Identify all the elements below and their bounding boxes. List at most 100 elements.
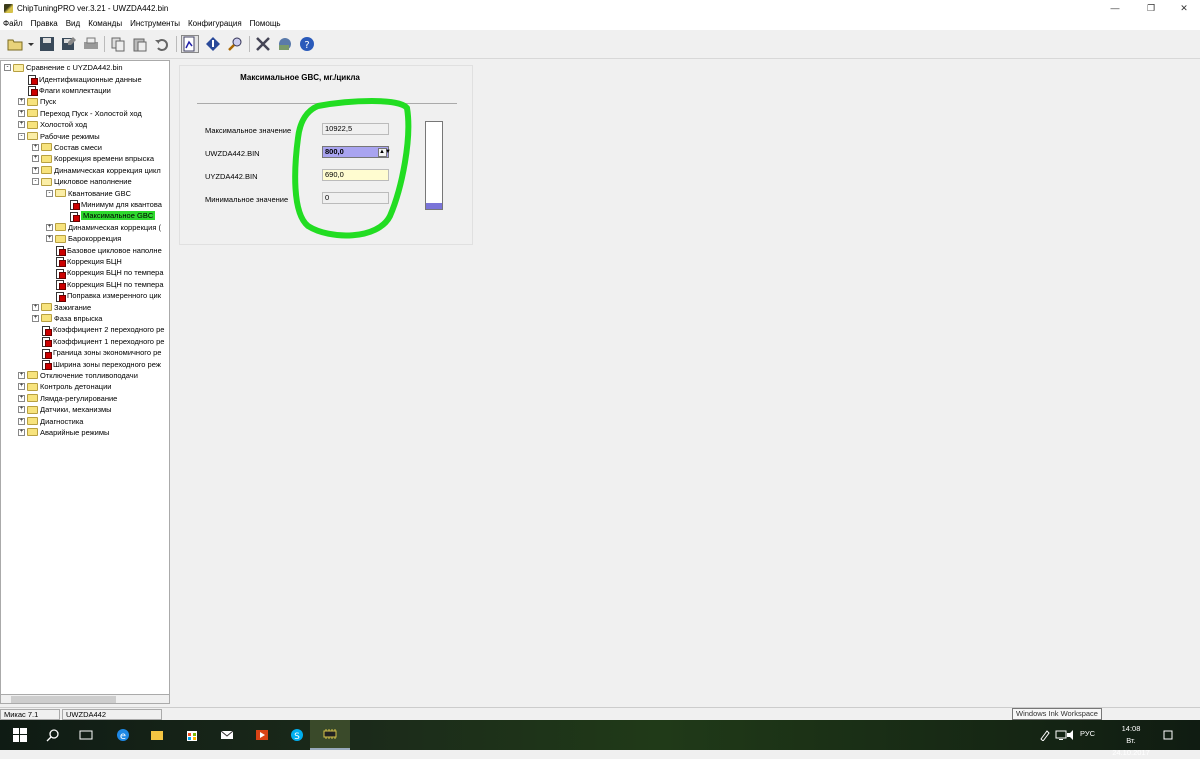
paste-icon[interactable] [131,35,149,53]
tree-item[interactable]: + Динамическая коррекция ( [46,222,161,233]
store-icon[interactable] [172,720,212,750]
menu-file[interactable]: Файл [3,19,23,28]
expand-icon[interactable]: + [46,223,53,231]
task-view-icon[interactable] [66,720,106,750]
collapse-icon[interactable]: - [46,189,53,197]
table-doc-icon [27,74,38,86]
map-icon[interactable] [276,35,294,53]
chiptuning-taskbar-icon[interactable] [310,720,350,750]
folder-icon [27,394,38,403]
tree-item[interactable]: - Рабочие режимы [18,130,100,141]
expand-icon[interactable]: + [18,428,25,436]
tree-item[interactable]: + Отключение топливоподачи [18,370,138,381]
tree-item[interactable]: + Барокоррекция [46,233,121,244]
help-icon[interactable]: ? [298,35,316,53]
tools-icon[interactable] [254,35,272,53]
tree-item-label: Идентификационные данные [39,74,142,84]
expand-icon[interactable]: + [18,417,25,425]
tree-item[interactable]: - Цикловое наполнение [32,176,132,187]
save-as-icon[interactable] [60,35,78,53]
tree-item[interactable]: + Лямда-регулирование [18,393,117,404]
expand-icon[interactable]: + [32,166,39,174]
tree-item[interactable]: + Аварийные режимы [18,427,109,438]
compare-icon[interactable] [181,35,199,53]
copy-icon[interactable] [109,35,127,53]
volume-icon[interactable] [1066,729,1078,741]
scrollbar-thumb[interactable] [11,696,116,703]
expand-icon[interactable]: + [32,303,39,311]
tree-item[interactable]: + Пуск [18,96,56,107]
tree-item[interactable]: Коэффициент 2 переходного ре [41,324,164,336]
tree-item[interactable]: Поправка измеренного цик [55,290,161,302]
print-icon[interactable] [82,35,100,53]
open-icon[interactable] [6,35,24,53]
tree-item-label: Коррекция БЦН [67,256,122,266]
tree-item[interactable]: + Динамическая коррекция цикл [32,165,161,176]
menu-configuration[interactable]: Конфигурация [188,19,242,28]
tree-item[interactable]: + Фаза впрыска [32,313,102,324]
tree-item[interactable]: Максимальное GBC [69,210,156,222]
open-dropdown-icon[interactable] [26,35,36,53]
tree-item[interactable]: Коррекция БЦН по темпера [55,279,164,291]
folder-icon [27,109,38,118]
tree-item[interactable]: + Состав смеси [32,142,102,153]
notifications-icon[interactable] [1162,729,1174,741]
tree-item[interactable]: + Холостой ход [18,119,87,130]
menu-help[interactable]: Помощь [250,19,281,28]
media-icon[interactable] [242,720,282,750]
close-button[interactable]: ✕ [1166,0,1200,16]
expand-icon[interactable]: + [18,406,25,414]
tree-item[interactable]: + Диагностика [18,415,83,426]
expand-icon[interactable]: + [32,314,39,322]
tree-item[interactable]: - Квантование GBC [46,187,131,198]
tree-item[interactable]: Коррекция БЦН по темпера [55,267,164,279]
expand-icon[interactable]: + [32,155,39,163]
ink-workspace-icon[interactable] [1039,729,1051,742]
spin-button[interactable]: ▲▼ [378,148,391,157]
tree-view[interactable]: - Сравнение с UYZDA442.bin Идентификационн… [0,60,170,696]
clock-time: 14:08 [1121,724,1141,733]
tree-item[interactable]: + Датчики, механизмы [18,404,112,415]
expand-icon[interactable]: + [32,143,39,151]
expand-icon[interactable]: + [46,235,53,243]
tree-item[interactable]: Граница зоны экономичного ре [41,347,161,359]
expand-icon[interactable]: + [18,109,25,117]
collapse-icon[interactable]: - [18,132,25,140]
minimize-button[interactable]: — [1097,0,1133,16]
info-icon[interactable] [204,35,222,53]
mail-icon[interactable] [207,720,247,750]
menu-view[interactable]: Вид [66,19,80,28]
tree-item[interactable]: + Переход Пуск - Холостой ход [18,108,142,119]
tree-item[interactable]: + Зажигание [32,301,91,312]
folder-icon [27,97,38,106]
collapse-icon[interactable]: - [32,178,39,186]
undo-icon[interactable] [153,35,171,53]
tree-item[interactable]: Идентификационные данные [27,73,142,86]
tree-item[interactable]: - Сравнение с UYZDA442.bin [4,62,123,73]
tree-item[interactable]: Флаги комплектации [27,85,111,97]
tree-item[interactable]: Коэффициент 1 переходного ре [41,336,164,348]
tree-horizontal-scrollbar[interactable] [0,694,170,704]
clock[interactable]: 14:08 Вт. 24.10.2017 [1108,723,1154,759]
expand-icon[interactable]: + [18,121,25,129]
search-icon[interactable] [226,35,244,53]
menu-tools[interactable]: Инструменты [130,19,180,28]
tree-item[interactable]: Базовое цикловое наполне [55,244,162,257]
tree-item[interactable]: + Коррекция времени впрыска [32,153,154,164]
expand-icon[interactable]: + [18,98,25,106]
expand-icon[interactable]: + [18,383,25,391]
expand-icon[interactable]: + [18,394,25,402]
tree-item[interactable]: + Контроль детонации [18,381,111,392]
tree-item[interactable]: Коррекция БЦН [55,256,122,268]
save-icon[interactable] [38,35,56,53]
tree-item[interactable]: Ширина зоны переходного реж [41,358,161,371]
tooltip: Windows Ink Workspace [1012,708,1102,720]
tree-item[interactable]: Минимум для квантова [69,199,162,211]
explorer-icon[interactable] [137,720,177,750]
language-indicator[interactable]: РУС [1080,729,1095,738]
menu-commands[interactable]: Команды [88,19,122,28]
expand-icon[interactable]: + [18,371,25,379]
menu-edit[interactable]: Правка [31,19,58,28]
collapse-icon[interactable]: - [4,64,11,72]
restore-button[interactable]: ❐ [1133,0,1169,16]
